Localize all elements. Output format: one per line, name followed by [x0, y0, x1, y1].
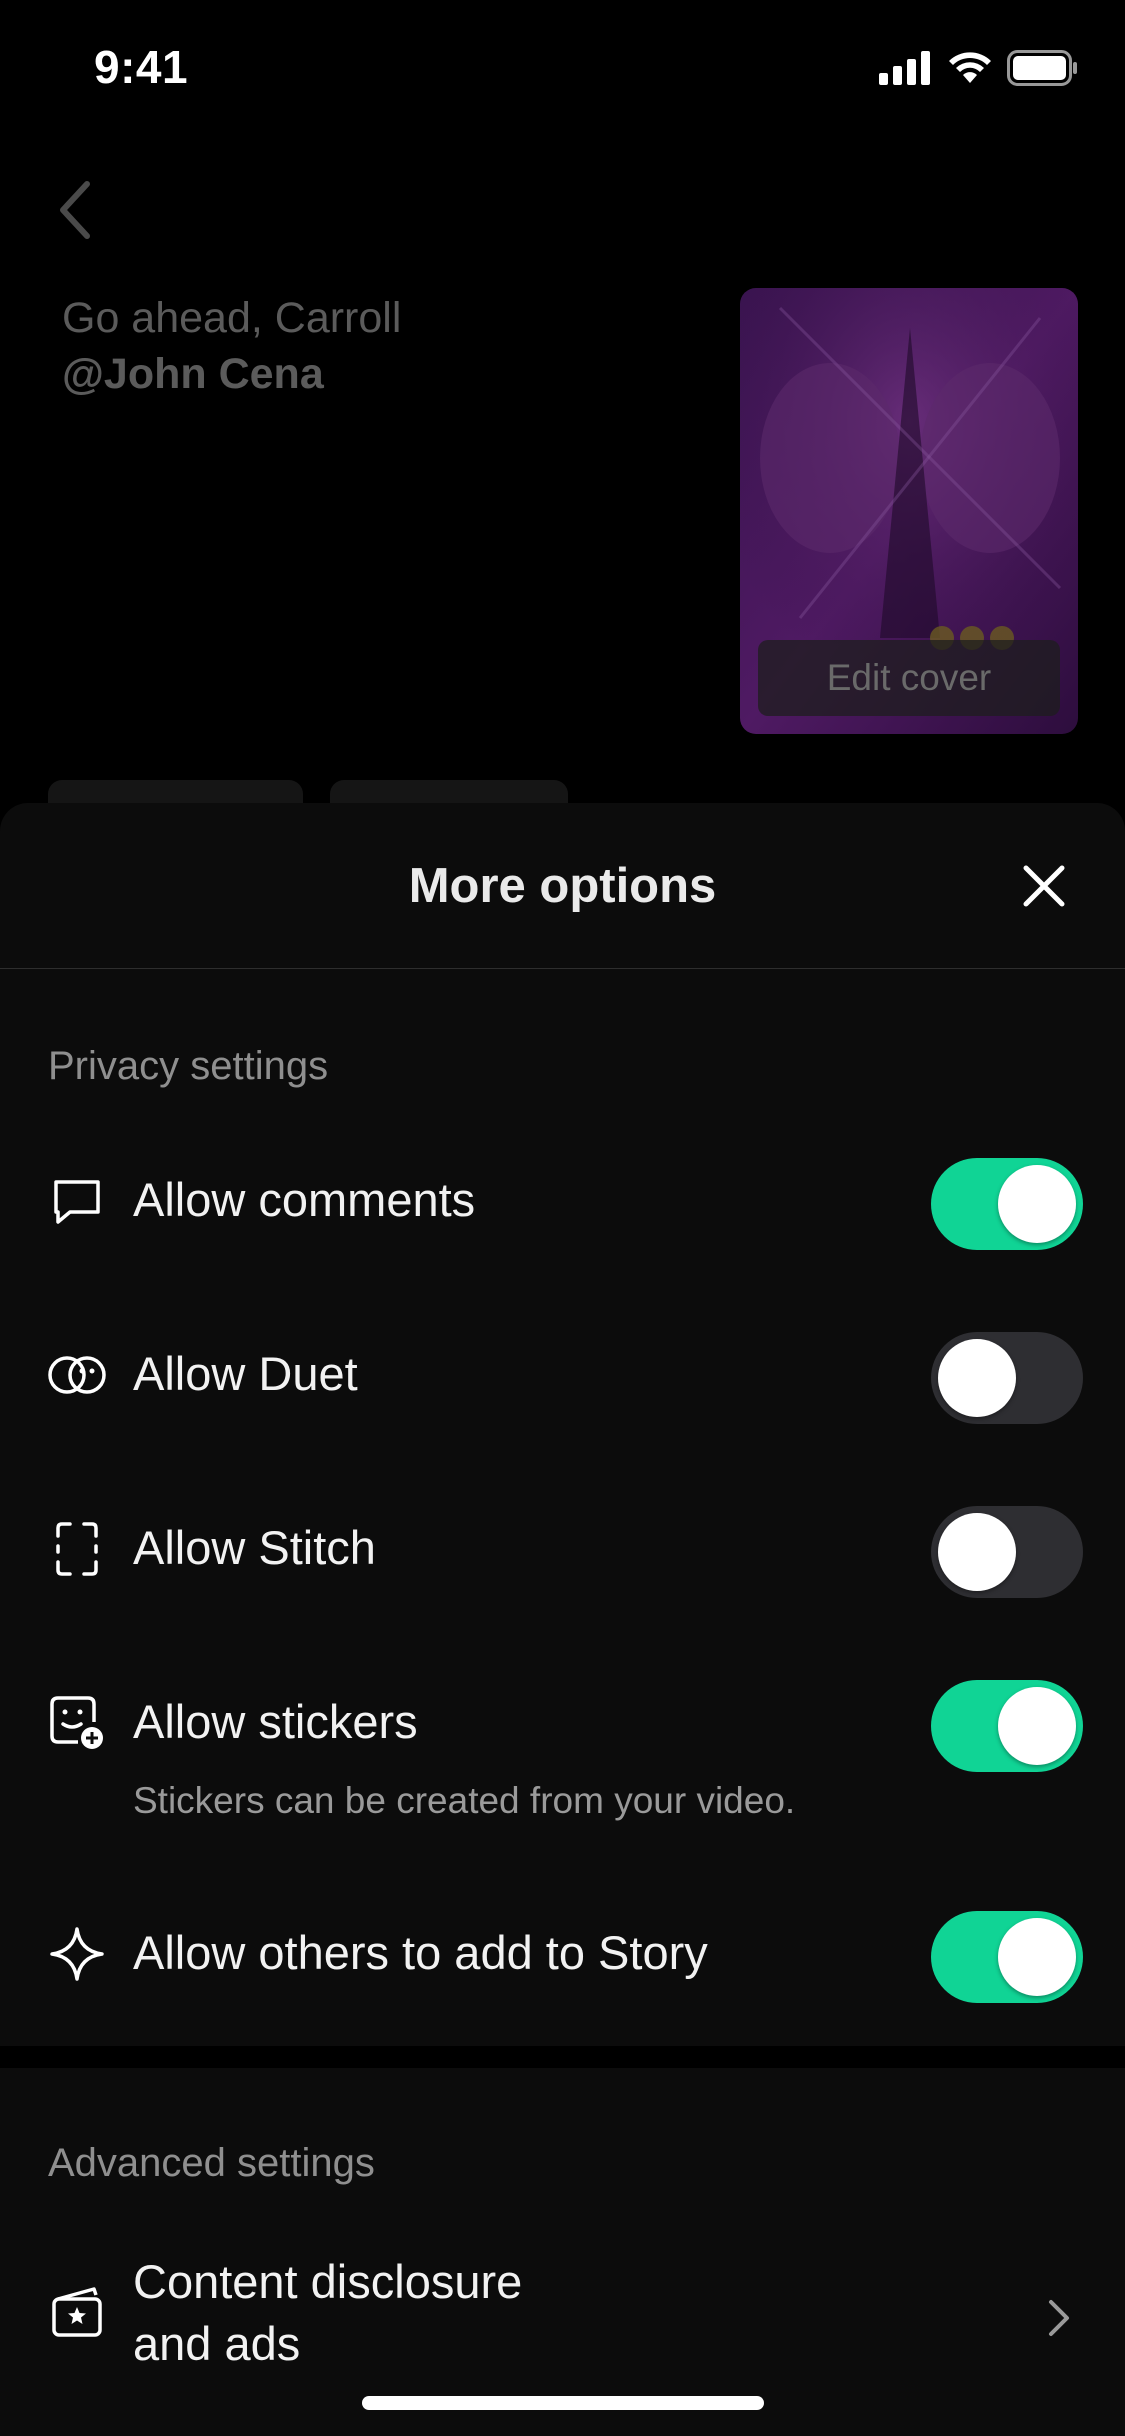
toggle-knob — [998, 1918, 1076, 1996]
status-icons — [879, 46, 1079, 94]
duet-icon — [46, 1344, 108, 1406]
sticker-add-icon — [46, 1692, 108, 1754]
stitch-icon — [46, 1518, 108, 1580]
advanced-settings-label: Advanced settings — [48, 2141, 375, 2185]
edit-cover-button[interactable]: Edit cover — [758, 640, 1060, 716]
allow-add-to-story-toggle[interactable] — [931, 1911, 1083, 2003]
sheet-header: More options — [0, 803, 1125, 969]
option-label: Allow Duet — [133, 1347, 358, 1400]
back-button[interactable] — [40, 170, 110, 250]
option-allow-add-to-story[interactable]: Allow others to add to Story — [0, 1893, 1125, 2013]
chevron-right-icon — [1039, 2293, 1079, 2343]
option-label: Allow stickers — [133, 1695, 418, 1748]
content-disclosure-label: Content disclosure and ads — [133, 2251, 733, 2375]
disclosure-badge-icon — [46, 2281, 108, 2343]
status-time: 9:41 — [94, 41, 189, 93]
privacy-settings-label: Privacy settings — [48, 1044, 329, 1088]
option-allow-duet[interactable]: Allow Duet — [0, 1314, 1125, 1434]
label-line: Content disclosure — [133, 2255, 523, 2308]
toggle-knob — [998, 1687, 1076, 1765]
option-allow-comments[interactable]: Allow comments — [0, 1140, 1125, 1260]
option-label: Allow comments — [133, 1173, 476, 1226]
caption-line: Go ahead, Carroll — [62, 294, 402, 342]
home-indicator[interactable] — [362, 2396, 764, 2410]
caption-mention: @John Cena — [62, 350, 324, 398]
close-button[interactable] — [1009, 851, 1079, 921]
wifi-icon — [947, 51, 993, 90]
section-divider — [0, 2046, 1125, 2068]
battery-icon — [1007, 49, 1079, 91]
allow-stickers-toggle[interactable] — [931, 1680, 1083, 1772]
video-cover-thumbnail[interactable]: Edit cover — [740, 288, 1078, 734]
toggle-knob — [938, 1513, 1016, 1591]
toggle-knob — [938, 1339, 1016, 1417]
option-label: Allow Stitch — [133, 1521, 376, 1574]
screen: 9:41 Go ahead, Carroll @John Cena Edit c… — [0, 0, 1125, 2436]
content-disclosure-item[interactable]: Content disclosure and ads — [0, 2243, 1125, 2383]
comment-icon — [46, 1170, 108, 1232]
label-line: and ads — [133, 2317, 301, 2370]
allow-comments-toggle[interactable] — [931, 1158, 1083, 1250]
close-icon — [1023, 865, 1065, 907]
toggle-knob — [998, 1165, 1076, 1243]
option-allow-stickers[interactable]: Allow stickers Stickers can be created f… — [0, 1662, 1125, 1842]
sheet-title: More options — [408, 859, 717, 913]
allow-stitch-toggle[interactable] — [931, 1506, 1083, 1598]
sparkle-icon — [46, 1923, 108, 1985]
allow-duet-toggle[interactable] — [931, 1332, 1083, 1424]
option-allow-stitch[interactable]: Allow Stitch — [0, 1488, 1125, 1608]
post-editor-background: Go ahead, Carroll @John Cena Edit cover — [0, 140, 1125, 820]
more-options-sheet: More options Privacy settings Allow comm… — [0, 803, 1125, 2436]
cellular-signal-icon — [879, 50, 933, 90]
status-bar: 9:41 — [0, 0, 1125, 140]
caption-text[interactable]: Go ahead, Carroll @John Cena — [62, 290, 401, 402]
option-label: Allow others to add to Story — [133, 1926, 708, 1979]
option-sublabel: Stickers can be created from your video. — [133, 1780, 796, 1821]
chevron-left-icon — [60, 181, 90, 239]
